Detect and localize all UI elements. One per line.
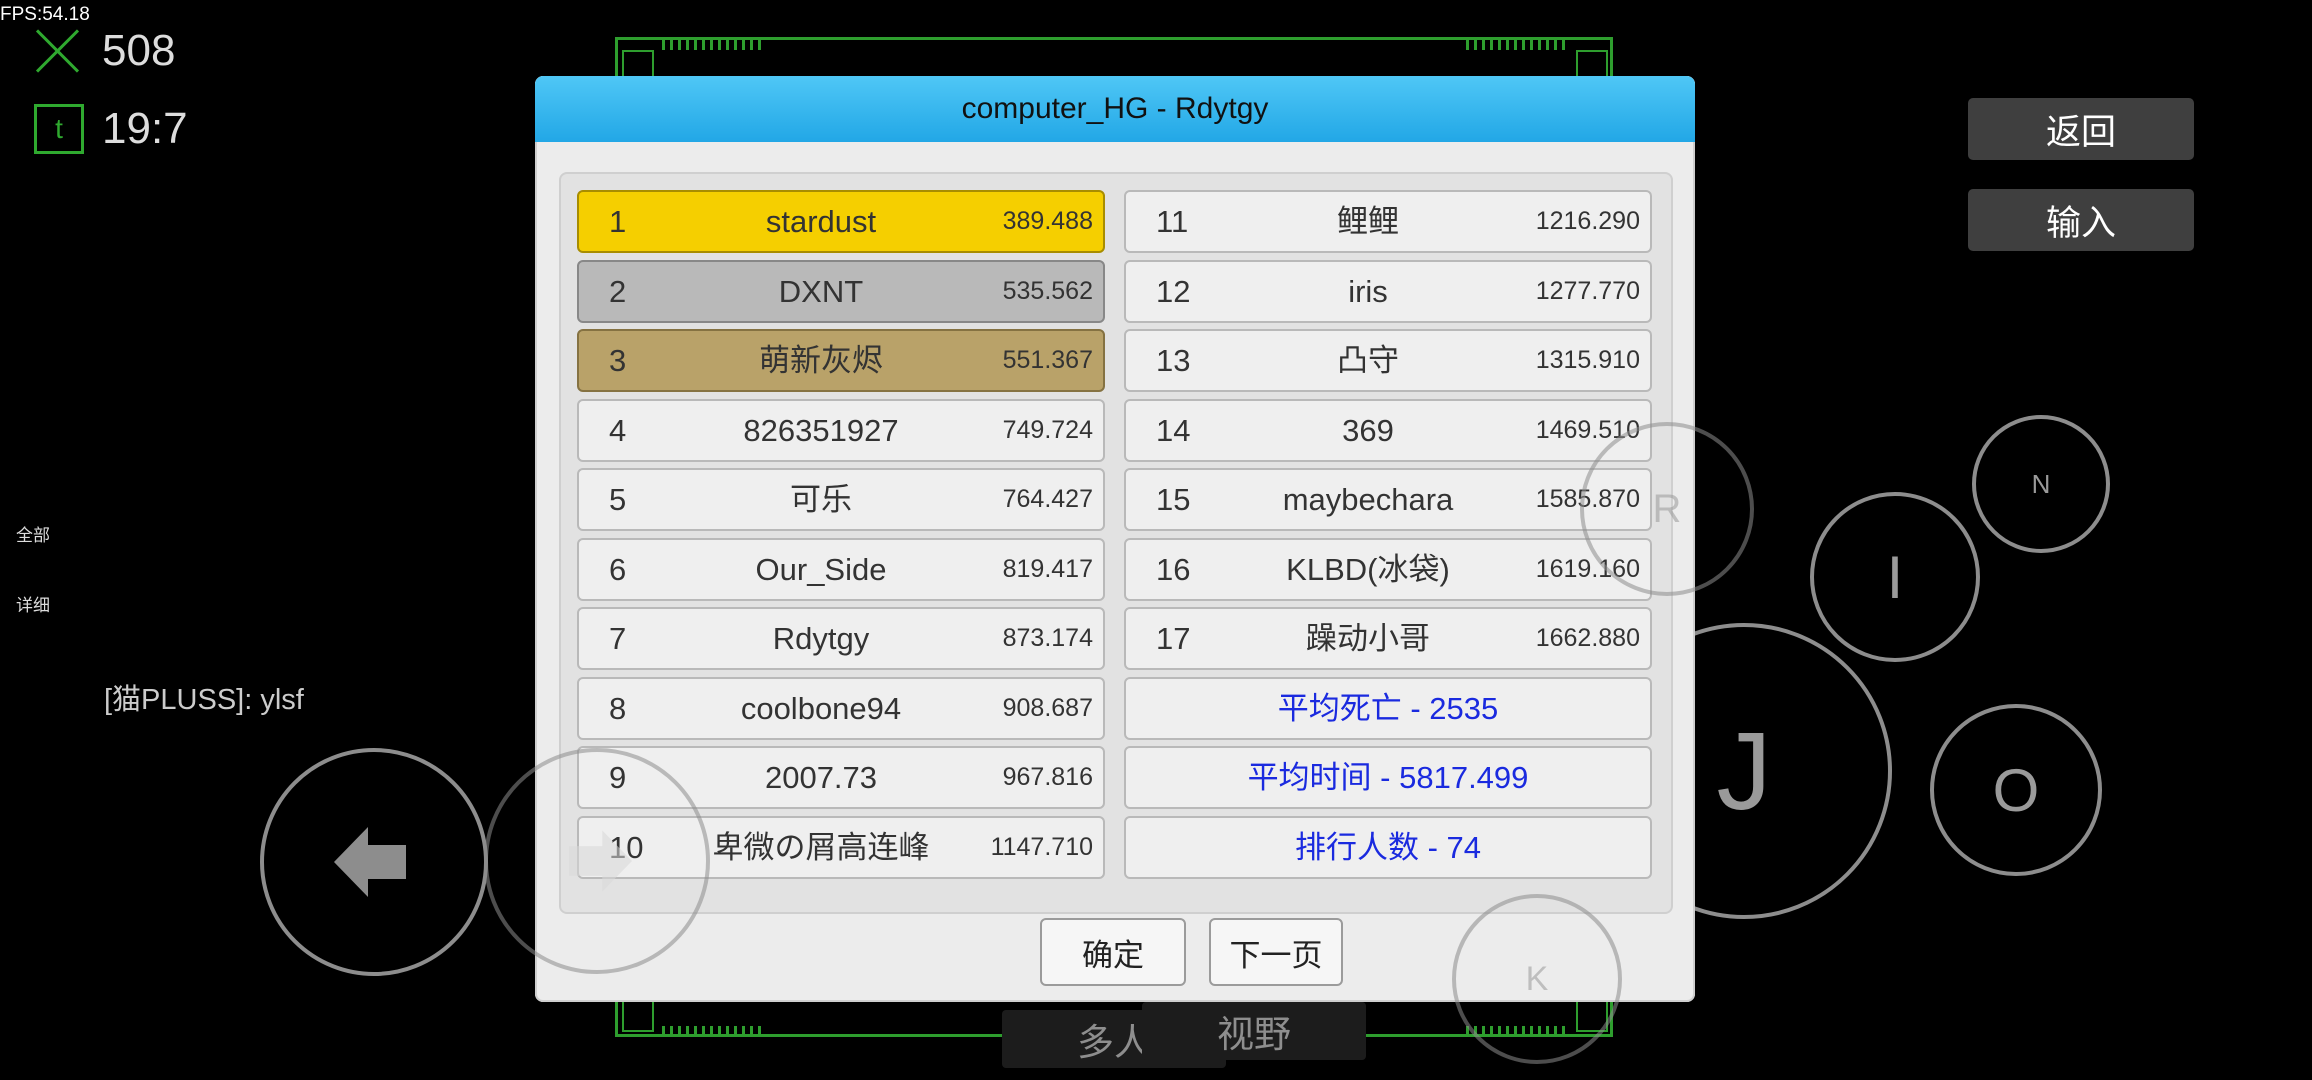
- chat-message: [猫PLUSS]: ylsf: [104, 684, 304, 716]
- leaderboard-row: 4 826351927 749.724: [577, 398, 1105, 462]
- rank-number: 14: [1156, 412, 1191, 448]
- leaderboard-row: 15 maybechara 1585.870: [1124, 468, 1652, 531]
- player-name: 躁动小哥: [1306, 621, 1430, 656]
- leaderboard-right-column: 11 鲤鲤 1216.290 12 iris 1277.770 13 凸守 1315.910 14…: [1124, 190, 1652, 879]
- player-time: 535.562: [1002, 276, 1093, 305]
- rank-number: 11: [1156, 204, 1189, 239]
- frame-hatch: [662, 1026, 762, 1036]
- player-name: 可乐: [790, 482, 852, 517]
- rank-number: 2: [609, 273, 627, 309]
- leaderboard-row: 14 369 1469.510: [1124, 398, 1652, 462]
- leaderboard-row: 1 stardust 389.488: [577, 190, 1105, 253]
- leaderboard-row: 6 Our_Side 819.417: [577, 537, 1105, 601]
- rank-number: 3: [609, 343, 627, 378]
- fps-counter: FPS:54.18: [0, 4, 90, 25]
- arrow-left-icon: [334, 827, 406, 897]
- leaderboard-row: 17 躁动小哥 1662.880: [1124, 607, 1652, 670]
- timer-value: 19:7: [102, 104, 188, 153]
- leaderboard-row: 8 coolbone94 908.687: [577, 676, 1105, 740]
- frame-hatch: [1466, 40, 1566, 50]
- tab-view[interactable]: 视野: [1142, 1002, 1366, 1060]
- player-name: Rdytgy: [772, 621, 870, 656]
- player-time: 764.427: [1002, 485, 1093, 513]
- player-name: 凸守: [1337, 343, 1399, 378]
- player-time: 1216.290: [1535, 207, 1640, 235]
- player-time: 908.687: [1002, 693, 1093, 722]
- leaderboard-row: 11 鲤鲤 1216.290: [1124, 190, 1652, 253]
- player-time: 1662.880: [1535, 624, 1640, 652]
- player-name: 826351927: [743, 412, 899, 448]
- player-time: 1315.910: [1535, 346, 1640, 374]
- leaderboard-panel: 1 stardust 389.488 2 DXNT 535.562 3 萌新灰烬 551.367…: [559, 172, 1673, 914]
- stat-average-deaths: 平均死亡 - 2535: [1124, 676, 1652, 740]
- timer-icon: t: [34, 104, 84, 154]
- player-name: KLBD(冰袋): [1286, 551, 1450, 587]
- player-name: 鲤鲤: [1337, 204, 1399, 239]
- frame-hatch: [662, 40, 762, 50]
- o-button[interactable]: O: [1930, 704, 2102, 876]
- rank-number: 8: [609, 690, 627, 726]
- rank-number: 15: [1156, 482, 1191, 517]
- player-time: 551.367: [1002, 346, 1093, 374]
- rank-number: 17: [1156, 621, 1191, 656]
- rank-number: 7: [609, 621, 627, 656]
- i-button[interactable]: I: [1810, 492, 1980, 662]
- death-counter: 508: [34, 26, 175, 76]
- rank-number: 16: [1156, 551, 1191, 587]
- arrow-right-icon: [569, 830, 632, 892]
- next-page-button[interactable]: 下一页: [1209, 918, 1343, 986]
- player-name: Our_Side: [755, 551, 887, 587]
- chat-filter-all[interactable]: 全部: [16, 521, 50, 546]
- player-name: iris: [1348, 273, 1388, 309]
- back-button[interactable]: 返回: [1968, 98, 2194, 160]
- death-x-icon: [34, 26, 84, 76]
- dialog-title: computer_HG - Rdytgy: [535, 76, 1695, 142]
- input-button[interactable]: 输入: [1968, 189, 2194, 251]
- player-time: 967.816: [1002, 763, 1093, 791]
- timer: t 19:7: [34, 104, 188, 154]
- stat-average-time: 平均时间 - 5817.499: [1124, 746, 1652, 809]
- rank-number: 6: [609, 551, 627, 587]
- rank-number: 13: [1156, 343, 1191, 378]
- player-name: 萌新灰烬: [759, 343, 883, 378]
- confirm-button[interactable]: 确定: [1040, 918, 1186, 986]
- move-left-button[interactable]: [260, 748, 488, 976]
- chat-filter-detail[interactable]: 详细: [16, 591, 50, 616]
- frame-corner: [622, 1000, 654, 1032]
- rank-number: 1: [609, 204, 627, 239]
- r-button[interactable]: R: [1580, 422, 1754, 596]
- leaderboard-row: 3 萌新灰烬 551.367: [577, 329, 1105, 392]
- n-button[interactable]: N: [1972, 415, 2110, 553]
- player-name: maybechara: [1282, 482, 1454, 517]
- leaderboard-row: 12 iris 1277.770: [1124, 259, 1652, 323]
- player-name: DXNT: [778, 273, 864, 309]
- rank-number: 5: [609, 482, 627, 517]
- player-time: 749.724: [1002, 415, 1093, 444]
- player-time: 819.417: [1002, 554, 1093, 583]
- move-right-button[interactable]: [484, 748, 710, 974]
- player-time: 389.488: [1002, 207, 1093, 235]
- player-name: 369: [1342, 412, 1394, 448]
- leaderboard-row: 5 可乐 764.427: [577, 468, 1105, 531]
- player-time: 1147.710: [990, 832, 1093, 861]
- leaderboard-row: 7 Rdytgy 873.174: [577, 607, 1105, 670]
- player-name: stardust: [765, 204, 877, 239]
- player-time: 873.174: [1002, 624, 1093, 652]
- leaderboard-row: 16 KLBD(冰袋) 1619.160: [1124, 537, 1652, 601]
- player-name: 2007.73: [764, 760, 878, 795]
- k-button[interactable]: K: [1452, 894, 1622, 1064]
- leaderboard-row: 2 DXNT 535.562: [577, 259, 1105, 323]
- stat-player-count: 排行人数 - 74: [1124, 815, 1652, 879]
- rank-number: 12: [1156, 273, 1191, 309]
- death-count: 508: [102, 26, 176, 75]
- leaderboard-row: 13 凸守 1315.910: [1124, 329, 1652, 392]
- rank-number: 4: [609, 412, 627, 448]
- player-name: coolbone94: [740, 690, 902, 726]
- player-time: 1277.770: [1535, 276, 1640, 305]
